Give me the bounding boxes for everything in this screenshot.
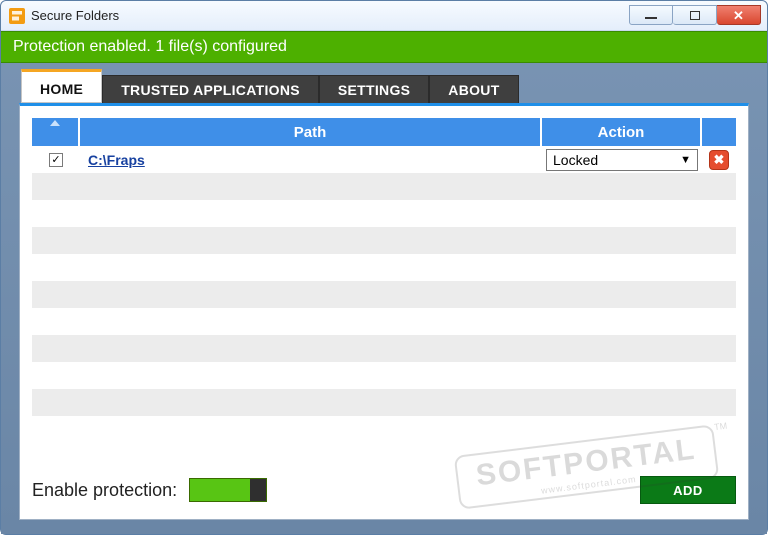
panel-footer: Enable protection: ADD <box>32 471 736 509</box>
add-button[interactable]: ADD <box>640 476 736 504</box>
row-action-value: Locked <box>553 152 598 168</box>
header-checkbox-column[interactable] <box>32 118 80 146</box>
table-row <box>32 416 736 443</box>
row-path-link[interactable]: C:\Fraps <box>88 152 145 168</box>
client-area: HOME TRUSTED APPLICATIONS SETTINGS ABOUT… <box>1 63 767 534</box>
status-bar: Protection enabled. 1 file(s) configured <box>1 31 767 63</box>
window-controls: ✕ <box>629 6 761 25</box>
table-row <box>32 281 736 308</box>
minimize-icon <box>645 17 657 19</box>
enable-protection-label: Enable protection: <box>32 480 177 501</box>
status-text: Protection enabled. 1 file(s) configured <box>13 38 287 56</box>
table-row <box>32 389 736 416</box>
close-icon: ✕ <box>733 9 744 22</box>
row-checkbox[interactable]: ✓ <box>49 153 63 167</box>
minimize-button[interactable] <box>629 5 673 25</box>
titlebar[interactable]: Secure Folders ✕ <box>1 1 767 31</box>
table-row <box>32 335 736 362</box>
chevron-down-icon: ▼ <box>680 154 691 166</box>
maximize-icon <box>690 11 700 20</box>
window-title: Secure Folders <box>31 8 119 23</box>
table-row <box>32 362 736 389</box>
close-button[interactable]: ✕ <box>717 5 761 25</box>
tab-trusted-applications[interactable]: TRUSTED APPLICATIONS <box>102 75 319 103</box>
table-row <box>32 227 736 254</box>
tab-settings[interactable]: SETTINGS <box>319 75 429 103</box>
tab-about[interactable]: ABOUT <box>429 75 518 103</box>
app-icon <box>9 8 25 24</box>
delete-icon: ✖ <box>714 152 725 168</box>
table-row <box>32 254 736 281</box>
row-action-select[interactable]: Locked ▼ <box>546 149 698 171</box>
toggle-knob <box>250 479 266 501</box>
header-action[interactable]: Action <box>542 118 702 146</box>
row-delete-button[interactable]: ✖ <box>709 150 729 170</box>
header-delete-column <box>702 118 736 146</box>
tab-home[interactable]: HOME <box>21 69 102 103</box>
table-row <box>32 308 736 335</box>
table-row <box>32 173 736 200</box>
tab-bar: HOME TRUSTED APPLICATIONS SETTINGS ABOUT <box>5 73 763 103</box>
table-header: Path Action <box>32 118 736 146</box>
sort-indicator-icon <box>50 120 60 126</box>
table-row: ✓ C:\Fraps Locked ▼ ✖ <box>32 146 736 173</box>
home-panel: Path Action ✓ C:\Fraps Locked ▼ <box>19 103 749 520</box>
table-body: ✓ C:\Fraps Locked ▼ ✖ <box>32 146 736 467</box>
table-row <box>32 200 736 227</box>
enable-protection-toggle[interactable] <box>189 478 267 502</box>
app-window: Secure Folders ✕ Protection enabled. 1 f… <box>0 0 768 535</box>
maximize-button[interactable] <box>673 5 717 25</box>
header-path[interactable]: Path <box>80 118 542 146</box>
